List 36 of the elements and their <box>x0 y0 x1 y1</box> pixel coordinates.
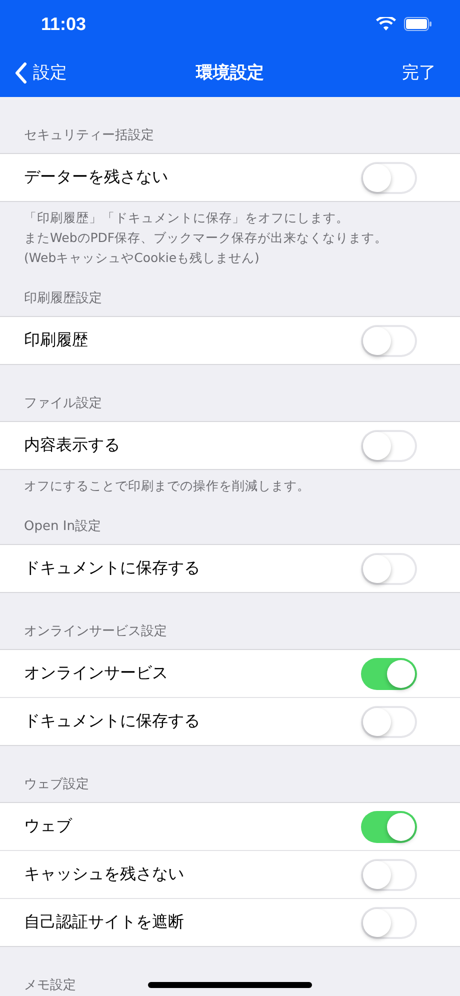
toggle-switch[interactable] <box>361 162 417 194</box>
section-header: メモ設定 <box>24 978 76 993</box>
section-footer-text: オフにすることで印刷までの操作を削減します。 <box>24 477 311 495</box>
section-footer-text: 「印刷履歴」「ドキュメントに保存」をオフにします。 <box>24 209 350 227</box>
back-chevron-icon <box>14 62 27 84</box>
status-time: 11:03 <box>41 14 86 34</box>
toggle-switch[interactable] <box>361 552 417 584</box>
section-header: 印刷履歴設定 <box>24 291 102 306</box>
done-button[interactable]: 完了 <box>402 61 436 84</box>
toggle-switch[interactable] <box>361 906 417 938</box>
setting-label: キャッシュを残さない <box>24 864 184 885</box>
setting-label: ウェブ <box>24 816 72 837</box>
toggle-switch[interactable] <box>361 810 417 842</box>
toggle-switch[interactable] <box>361 858 417 890</box>
section-header: Open In設定 <box>24 519 101 534</box>
setting-label: 内容表示する <box>24 435 120 456</box>
setting-label: データーを残さない <box>24 167 168 188</box>
section-footer-text: (WebキャッシュやCookieも残しません) <box>24 249 260 267</box>
battery-icon <box>404 17 432 31</box>
setting-label: ドキュメントに保存する <box>24 711 200 732</box>
toggle-switch[interactable] <box>361 430 417 462</box>
section-header: ウェブ設定 <box>24 777 89 792</box>
toggle-switch[interactable] <box>361 324 417 356</box>
toggle-switch[interactable] <box>361 706 417 738</box>
section-header: ファイル設定 <box>24 396 102 411</box>
setting-label: 自己認証サイトを遮断 <box>24 912 184 933</box>
section-footer-text: またWebのPDF保存、ブックマーク保存が出来なくなります。 <box>24 229 389 247</box>
setting-label: ドキュメントに保存する <box>24 558 200 579</box>
setting-label: 印刷履歴 <box>24 330 88 351</box>
setting-label: オンラインサービス <box>24 663 168 684</box>
toggle-switch[interactable] <box>361 658 417 690</box>
section-header: オンラインサービス設定 <box>24 624 167 639</box>
back-button[interactable]: 設定 <box>14 61 67 84</box>
wifi-icon <box>376 17 396 31</box>
section-header: セキュリティー括設定 <box>24 128 154 143</box>
nav-title: 環境設定 <box>196 62 264 84</box>
